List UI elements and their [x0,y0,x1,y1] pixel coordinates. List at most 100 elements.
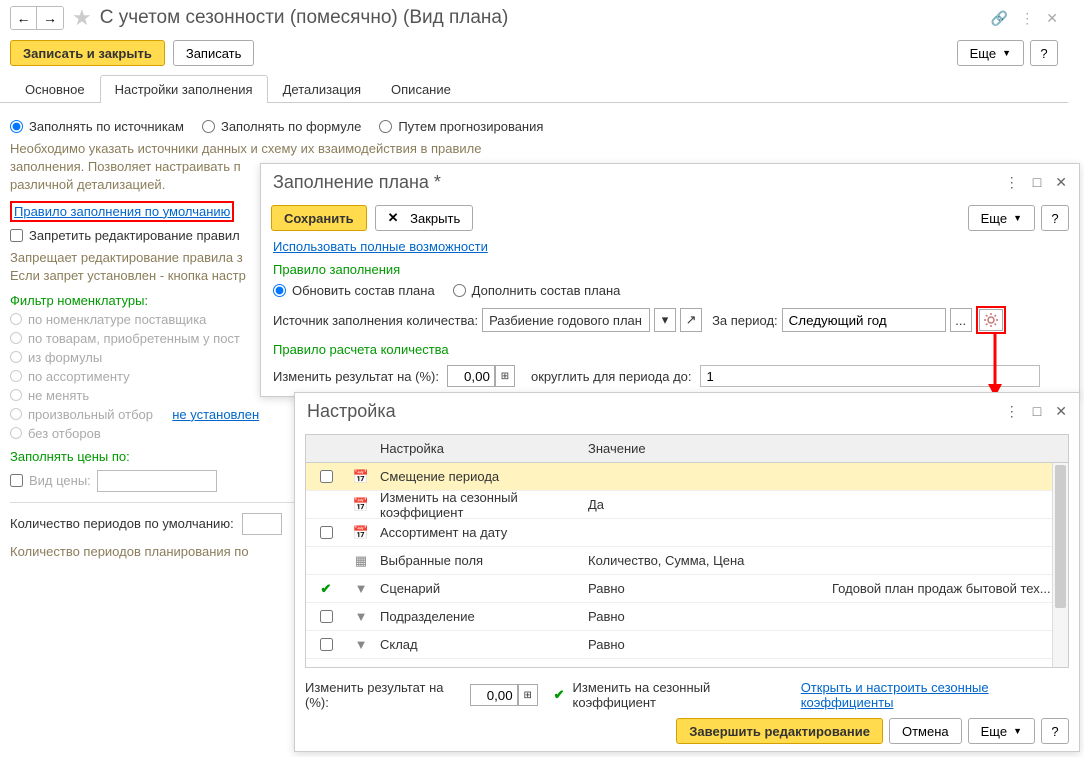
period-dots-button[interactable]: ... [950,308,972,332]
spinner-icon[interactable]: ⊞ [495,365,515,387]
dlg3-help-button[interactable]: ? [1041,718,1069,744]
period-input[interactable] [782,308,946,332]
row-name: Изменить на сезонный коэффициент [376,490,582,520]
bottom-bar: Изменить результат на (%): ⊞ ✔ Изменить … [295,672,1079,718]
forbid-edit-checkbox[interactable] [10,229,23,242]
periods-label: Количество периодов по умолчанию: [10,516,234,531]
rule-label: Правило заполнения [273,262,1067,277]
default-rule-link[interactable]: Правило заполнения по умолчанию [14,204,230,219]
forbid-edit-label: Запретить редактирование правил [29,228,240,243]
cancel-button[interactable]: Отмена [889,718,962,744]
row-name: Ассортимент на дату [376,525,582,540]
link-icon[interactable]: 🔗 [991,10,1008,27]
dlg2-close-button[interactable]: ✕ Закрыть [375,205,474,231]
kebab-icon[interactable]: ⋮ [1020,10,1034,27]
table-row[interactable]: ✔▼СценарийРавноГодовой план продаж бытов… [306,575,1068,603]
back-button[interactable]: ← [11,7,37,29]
spinner-icon2[interactable]: ⊞ [518,684,538,706]
not-set-link[interactable]: не установлен [172,407,259,422]
row-name: Сценарий [376,581,582,596]
settings-gear-button[interactable] [979,309,1003,331]
col-name-header: Настройка [376,441,582,456]
dlg3-more-button[interactable]: Еще▼ [968,718,1035,744]
col-val-header: Значение [582,441,828,456]
help-button[interactable]: ? [1030,40,1058,66]
close-icon[interactable]: ✕ [1046,10,1058,27]
tab-description[interactable]: Описание [376,75,466,103]
periods-input[interactable] [242,513,282,535]
price-type-checkbox[interactable] [10,474,23,487]
row-value: Равно [582,637,828,652]
table-row[interactable]: ▦Выбранные поляКоличество, Сумма, Цена [306,547,1068,575]
dlg3-close-icon[interactable]: ✕ [1055,403,1067,420]
dialog2-title: Заполнение плана * [273,172,441,193]
save-button[interactable]: Записать [173,40,255,66]
default-rule-highlight: Правило заполнения по умолчанию [10,201,234,222]
change-result-input[interactable] [447,365,495,387]
table-header: Настройка Значение [306,435,1068,463]
window-title: С учетом сезонности (помесячно) (Вид пла… [100,7,509,29]
src-open-button[interactable]: ↗ [680,308,702,332]
use-full-link[interactable]: Использовать полные возможности [273,239,488,254]
table-row[interactable]: 📅Смещение периода [306,463,1068,491]
radio-append[interactable]: Дополнить состав плана [453,283,621,298]
src-dropdown-button[interactable]: ▾ [654,308,676,332]
row-name: Склад [376,637,582,652]
titlebar: ← → ★ С учетом сезонности (помесячно) (В… [0,0,1068,36]
row-value: Равно [582,609,828,624]
tab-main[interactable]: Основное [10,75,100,103]
row-checkbox[interactable] [306,526,346,539]
change-result-label2: Изменить результат на (%): [305,680,462,710]
row-value: Да [582,497,828,512]
row-icon: 📅 [346,469,376,485]
price-type-input[interactable] [97,470,217,492]
row-checkbox[interactable]: ✔ [306,581,346,597]
favorite-icon[interactable]: ★ [72,5,92,31]
forward-button[interactable]: → [37,7,63,29]
row-icon: ▼ [346,581,376,596]
dlg2-maximize-icon[interactable]: □ [1033,174,1041,191]
round-input[interactable] [700,365,1040,387]
row-checkbox[interactable] [306,470,346,483]
period-label: За период: [712,313,778,328]
round-label: округлить для периода до: [531,369,692,384]
calc-rule-label: Правило расчета количества [273,342,1067,357]
price-type-label: Вид цены: [29,473,91,488]
change-result-input2[interactable] [470,684,518,706]
table-row[interactable]: 📅Ассортимент на дату [306,519,1068,547]
row-icon: 📅 [346,497,376,513]
more-button[interactable]: Еще▼ [957,40,1024,66]
row-checkbox[interactable] [306,638,346,651]
open-seasonal-link[interactable]: Открыть и настроить сезонные коэффициент… [801,680,1069,710]
finish-button[interactable]: Завершить редактирование [676,718,883,744]
settings-table: Настройка Значение 📅Смещение периода📅Изм… [305,434,1069,668]
row-value: Равно [582,581,828,596]
dlg3-kebab-icon[interactable]: ⋮ [1005,403,1019,420]
save-close-button[interactable]: Записать и закрыть [10,40,165,66]
table-row[interactable]: 📅Изменить на сезонный коэффициентДа [306,491,1068,519]
tab-fill-settings[interactable]: Настройки заполнения [100,75,268,103]
radio-by-formula[interactable]: Заполнять по формуле [202,119,361,134]
table-row[interactable]: ▼ПодразделениеРавно [306,603,1068,631]
row-checkbox[interactable] [306,610,346,623]
row-icon: 📅 [346,525,376,541]
radio-by-sources[interactable]: Заполнять по источникам [10,119,184,134]
settings-dialog: Настройка ⋮ □ ✕ Настройка Значение 📅Смещ… [294,392,1080,752]
row-icon: ▦ [346,553,376,569]
dlg2-save-button[interactable]: Сохранить [271,205,367,231]
table-row[interactable]: ▼СкладРавно [306,631,1068,659]
tabs: Основное Настройки заполнения Детализаци… [0,74,1068,103]
dlg2-kebab-icon[interactable]: ⋮ [1005,174,1019,191]
radio-update[interactable]: Обновить состав плана [273,283,435,298]
row-icon: ▼ [346,609,376,624]
row-icon: ▼ [346,637,376,652]
row-value: Количество, Сумма, Цена [582,553,828,568]
radio-by-forecast[interactable]: Путем прогнозирования [379,119,543,134]
table-scrollbar[interactable] [1052,463,1068,667]
dlg3-maximize-icon[interactable]: □ [1033,403,1041,420]
dlg2-more-button[interactable]: Еще▼ [968,205,1035,231]
tab-detail[interactable]: Детализация [268,75,376,103]
dlg2-help-button[interactable]: ? [1041,205,1069,231]
dlg2-close-icon[interactable]: ✕ [1055,174,1067,191]
src-select[interactable]: Разбиение годового план [482,308,650,332]
